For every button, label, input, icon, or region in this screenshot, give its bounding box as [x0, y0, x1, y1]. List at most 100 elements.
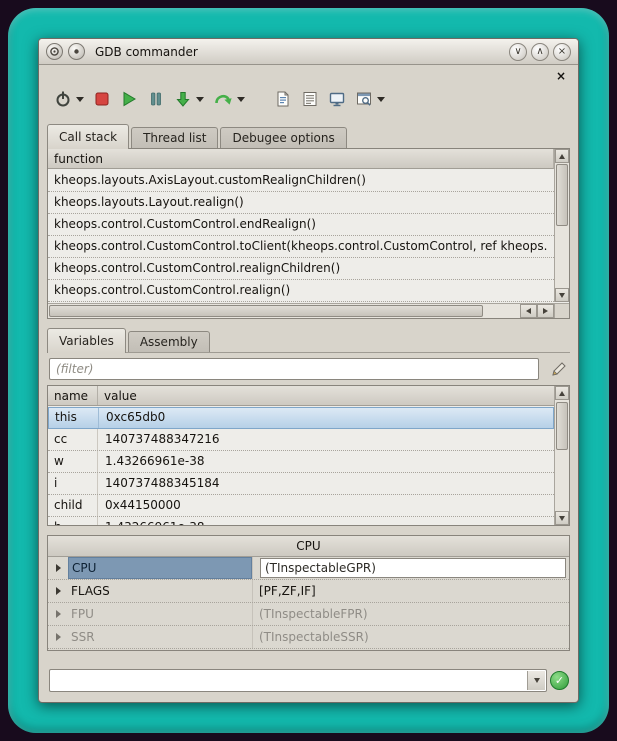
maximize-button[interactable]: ∧ — [531, 43, 549, 61]
call-stack-row[interactable]: kheops.layouts.AxisLayout.customRealignC… — [48, 170, 554, 192]
power-dropdown-icon[interactable] — [76, 97, 84, 102]
scroll-up-button[interactable] — [555, 386, 569, 400]
scroll-left-button[interactable] — [520, 304, 537, 318]
vertical-scroll-thumb[interactable] — [556, 402, 568, 450]
cpu-row-value: (TInspectableSSR) — [252, 626, 569, 648]
source-file-button[interactable] — [271, 87, 295, 111]
call-stack-column-header[interactable]: function — [48, 149, 554, 169]
scroll-up-button[interactable] — [555, 149, 569, 163]
window-menu-icon[interactable] — [68, 43, 85, 60]
tab-debugee-options[interactable]: Debugee options — [220, 127, 346, 148]
vertical-scroll-thumb[interactable] — [556, 164, 568, 226]
filter-button[interactable] — [550, 360, 568, 378]
tab-assembly[interactable]: Assembly — [128, 331, 210, 352]
step-into-button[interactable] — [171, 87, 207, 111]
gdb-commander-window: GDB commander ∨ ∧ × × — [38, 38, 579, 703]
call-stack-list: function kheops.layouts.AxisLayout.custo… — [47, 148, 570, 319]
variables-vertical-scrollbar[interactable] — [554, 386, 569, 525]
app-icon[interactable] — [46, 43, 63, 60]
variable-row[interactable]: b 1.43266961e-38 — [48, 517, 554, 525]
process-window-icon — [355, 90, 373, 108]
debug-toolbar — [51, 86, 391, 112]
process-window-button[interactable] — [352, 87, 388, 111]
variable-name: b — [48, 517, 98, 525]
call-stack-row[interactable]: kheops.control.CustomControl.realignChil… — [48, 258, 554, 280]
command-list-button[interactable] — [298, 87, 322, 111]
arrow-up-icon — [559, 154, 565, 159]
window-menu-glyph — [71, 46, 82, 57]
gdb-command-combobox[interactable] — [49, 669, 547, 692]
call-stack-row[interactable]: kheops.control.CustomControl.endRealign(… — [48, 214, 554, 236]
cpu-row-value: [PF,ZF,IF] — [252, 580, 569, 602]
horizontal-scroll-thumb[interactable] — [49, 305, 483, 317]
cpu-inspector-title: CPU — [48, 536, 569, 557]
variables-grid: name value this 0xc65db0 cc 140737488347… — [47, 385, 570, 526]
tab-variables[interactable]: Variables — [47, 328, 126, 353]
stop-icon — [93, 90, 111, 108]
filter-input[interactable] — [49, 358, 539, 380]
tab-call-stack[interactable]: Call stack — [47, 124, 129, 149]
variable-name: w — [48, 451, 98, 472]
cpu-row-name: CPU — [68, 557, 252, 579]
primary-tabs: Call stack Thread list Debugee options — [47, 125, 349, 149]
run-button[interactable] — [117, 87, 141, 111]
dock-close-button[interactable]: × — [554, 70, 568, 84]
variable-name: child — [48, 495, 98, 516]
variables-page: name value this 0xc65db0 cc 140737488347… — [47, 357, 570, 526]
power-icon — [54, 90, 72, 108]
variable-row-selected[interactable]: this 0xc65db0 — [48, 407, 554, 429]
scroll-down-button[interactable] — [555, 511, 569, 525]
titlebar[interactable]: GDB commander ∨ ∧ × — [39, 39, 578, 65]
window-outer-frame: GDB commander ∨ ∧ × × — [8, 8, 609, 733]
call-stack-row[interactable]: kheops.layouts.Layout.realign() — [48, 192, 554, 214]
cpu-row-fpu[interactable]: FPU (TInspectableFPR) — [48, 603, 569, 626]
call-stack-row[interactable]: kheops.control.CustomControl.realign() — [48, 280, 554, 302]
expander-icon[interactable] — [48, 557, 68, 579]
call-stack-horizontal-scrollbar[interactable] — [48, 303, 554, 318]
arrow-up-icon — [559, 391, 565, 396]
cpu-row-ssr[interactable]: SSR (TInspectableSSR) — [48, 626, 569, 649]
step-over-button[interactable] — [210, 87, 248, 111]
tab-thread-list[interactable]: Thread list — [131, 127, 218, 148]
pause-button[interactable] — [144, 87, 168, 111]
stop-button[interactable] — [90, 87, 114, 111]
cpu-inspector: CPU CPU (TInspectableGPR) FLAGS [PF,ZF,I… — [47, 535, 570, 651]
variable-value: 0x44150000 — [98, 495, 554, 516]
process-window-dropdown-icon[interactable] — [377, 97, 385, 102]
scroll-right-button[interactable] — [537, 304, 554, 318]
arrow-right-icon — [543, 308, 548, 314]
expander-icon[interactable] — [48, 580, 68, 602]
chevron-down-icon — [534, 678, 540, 683]
variable-row[interactable]: cc 140737488347216 — [48, 429, 554, 451]
cpu-row-flags[interactable]: FLAGS [PF,ZF,IF] — [48, 580, 569, 603]
step-into-dropdown-icon[interactable] — [196, 97, 204, 102]
variable-value: 1.43266961e-38 — [98, 451, 554, 472]
send-command-button[interactable]: ✓ — [550, 671, 569, 690]
desktop-background: GDB commander ∨ ∧ × × — [0, 0, 617, 741]
minimize-button[interactable]: ∨ — [509, 43, 527, 61]
filter-pen-icon — [550, 360, 568, 378]
variable-row[interactable]: child 0x44150000 — [48, 495, 554, 517]
cpu-row-name: FPU — [68, 603, 252, 625]
power-button[interactable] — [51, 87, 87, 111]
variable-name: i — [48, 473, 98, 494]
arrow-down-icon — [559, 293, 565, 298]
cpu-value-editor[interactable]: (TInspectableGPR) — [260, 558, 566, 578]
call-stack-vertical-scrollbar[interactable] — [554, 149, 569, 302]
call-stack-row[interactable]: kheops.control.CustomControl.toClient(kh… — [48, 236, 554, 258]
cpu-row-gpr[interactable]: CPU (TInspectableGPR) — [48, 557, 569, 580]
variable-row[interactable]: w 1.43266961e-38 — [48, 451, 554, 473]
watch-monitor-icon — [328, 90, 346, 108]
watch-monitor-button[interactable] — [325, 87, 349, 111]
run-icon — [120, 90, 138, 108]
column-header-value[interactable]: value — [98, 386, 554, 405]
gdb-command-input[interactable] — [51, 671, 526, 690]
scroll-down-button[interactable] — [555, 288, 569, 302]
close-button[interactable]: × — [553, 43, 571, 61]
combobox-dropdown-button[interactable] — [527, 671, 545, 690]
step-over-dropdown-icon[interactable] — [237, 97, 245, 102]
column-header-name[interactable]: name — [48, 386, 98, 405]
variable-row[interactable]: i 140737488345184 — [48, 473, 554, 495]
expander-icon[interactable] — [48, 626, 68, 648]
expander-icon[interactable] — [48, 603, 68, 625]
